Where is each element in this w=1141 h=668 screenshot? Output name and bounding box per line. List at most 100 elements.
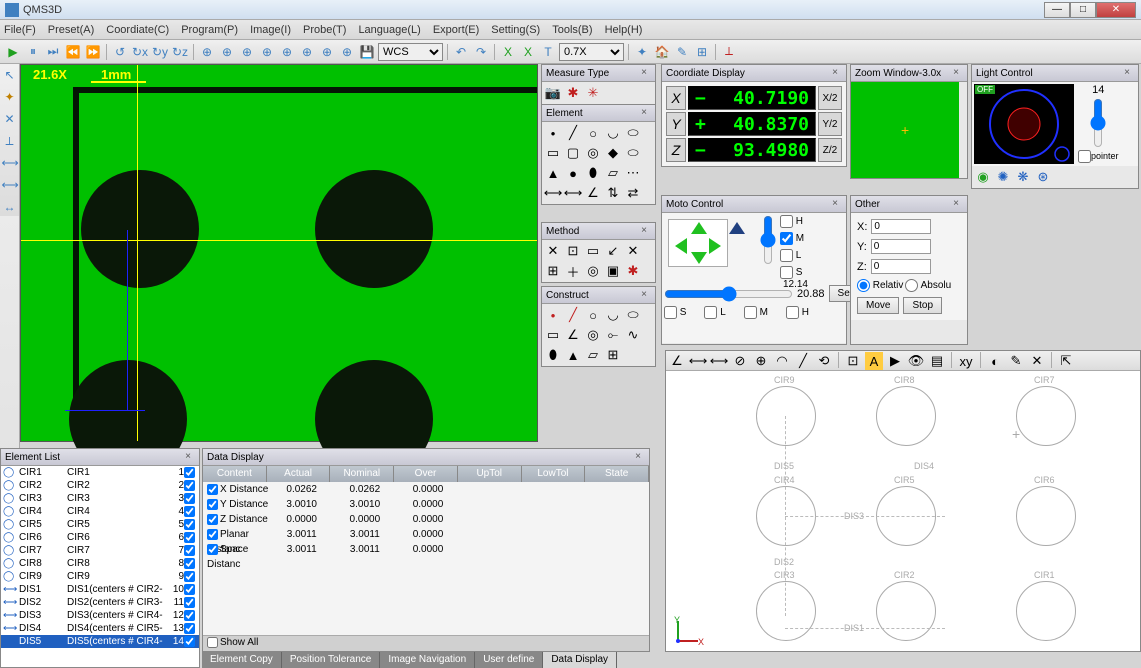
- circle-icon[interactable]: ○: [584, 124, 602, 142]
- menu-setting[interactable]: Setting(S): [491, 24, 540, 36]
- coord-x-icon[interactable]: ↻x: [131, 43, 149, 61]
- list-item[interactable]: ◯CIR8CIR88: [1, 557, 199, 570]
- tab-position-tolerance[interactable]: Position Tolerance: [282, 652, 381, 668]
- light-mode2-icon[interactable]: ✺: [994, 168, 1012, 186]
- undo-icon[interactable]: ↶: [452, 43, 470, 61]
- home-icon[interactable]: 🏠: [653, 43, 671, 61]
- x-half-button[interactable]: X/2: [818, 86, 842, 110]
- list-item[interactable]: ⟷DIS4DIS4(centers # CIR5-13: [1, 622, 199, 635]
- point-icon[interactable]: •: [544, 124, 562, 142]
- redo-icon[interactable]: ↷: [472, 43, 490, 61]
- menu-file[interactable]: File(F): [4, 24, 36, 36]
- mv-xy-icon[interactable]: xy: [957, 352, 975, 370]
- axis-c-icon[interactable]: ⊕: [238, 43, 256, 61]
- probe-icon[interactable]: ✱: [564, 84, 582, 102]
- cross-tool-icon[interactable]: ✕: [2, 112, 18, 128]
- element-list-body[interactable]: ◯CIR1CIR11◯CIR2CIR22◯CIR3CIR33◯CIR4CIR44…: [1, 466, 199, 667]
- zoom-select[interactable]: 0.7X: [559, 43, 624, 61]
- list-item[interactable]: ◯CIR1CIR11: [1, 466, 199, 479]
- calculator-icon[interactable]: ⊞: [604, 346, 622, 364]
- mv-del-icon[interactable]: ✕: [1028, 352, 1046, 370]
- menu-help[interactable]: Help(H): [605, 24, 643, 36]
- con-arc-icon[interactable]: ◡: [604, 306, 622, 324]
- move-button[interactable]: Move: [857, 297, 899, 314]
- stop-button[interactable]: Stop: [903, 297, 942, 314]
- method2-icon[interactable]: ⊡: [564, 242, 582, 260]
- arrow-left-button[interactable]: [675, 238, 687, 254]
- cloud-icon[interactable]: ⋯: [624, 164, 642, 182]
- mv-arc-icon[interactable]: ◠: [773, 352, 791, 370]
- relative-radio[interactable]: [857, 279, 870, 292]
- cone-icon[interactable]: ▲: [544, 164, 562, 182]
- z-half-button[interactable]: Z/2: [818, 138, 842, 162]
- method3-icon[interactable]: ▭: [584, 242, 602, 260]
- line-icon[interactable]: ╱: [564, 124, 582, 142]
- dist2-tool-icon[interactable]: ⟷: [2, 178, 18, 194]
- play-icon[interactable]: ▶: [4, 43, 22, 61]
- list-item[interactable]: ◯CIR9CIR99: [1, 570, 199, 583]
- txt-icon[interactable]: T: [539, 43, 557, 61]
- menu-program[interactable]: Program(P): [181, 24, 238, 36]
- arrow-down-button[interactable]: [691, 252, 707, 264]
- maximize-button[interactable]: □: [1070, 2, 1096, 18]
- y-half-button[interactable]: Y/2: [818, 112, 842, 136]
- h-checkbox[interactable]: [780, 215, 793, 228]
- panel-close-icon[interactable]: ×: [637, 107, 651, 119]
- mv-radius-icon[interactable]: ⊘: [731, 352, 749, 370]
- zoom-view[interactable]: +: [851, 82, 959, 178]
- menu-export[interactable]: Export(E): [433, 24, 479, 36]
- con-plane-icon[interactable]: ▱: [584, 346, 602, 364]
- sphere-icon[interactable]: ●: [564, 164, 582, 182]
- calc-icon[interactable]: ⊞: [693, 43, 711, 61]
- plane-icon[interactable]: ▱: [604, 164, 622, 182]
- list-item[interactable]: ⟷DIS5DIS5(centers # CIR4-14: [1, 635, 199, 648]
- tool1-icon[interactable]: ✦: [633, 43, 651, 61]
- height-icon[interactable]: ⇅: [604, 184, 622, 202]
- panel-close-icon[interactable]: ×: [828, 198, 842, 210]
- mv-width-icon[interactable]: ⟷: [710, 352, 728, 370]
- con-line-icon[interactable]: ╱: [564, 306, 582, 324]
- save-icon[interactable]: 💾: [358, 43, 376, 61]
- mv-layer-icon[interactable]: ▤: [928, 352, 946, 370]
- excel-icon[interactable]: X: [499, 43, 517, 61]
- close-button[interactable]: ✕: [1096, 2, 1136, 18]
- light-mode4-icon[interactable]: ⊛: [1034, 168, 1052, 186]
- arrow-up-button[interactable]: [691, 222, 707, 234]
- z-label-button[interactable]: Z: [666, 138, 686, 162]
- next-icon[interactable]: ⏭: [44, 43, 62, 61]
- mv-ref-icon[interactable]: ⟲: [815, 352, 833, 370]
- other-z-input[interactable]: [871, 259, 931, 274]
- light-ring-display[interactable]: OFF: [974, 84, 1074, 164]
- menu-language[interactable]: Language(L): [358, 24, 420, 36]
- minimize-button[interactable]: —: [1044, 2, 1070, 18]
- panel-close-icon[interactable]: ×: [637, 225, 651, 237]
- con-ring-icon[interactable]: ◎: [584, 326, 602, 344]
- rect-icon[interactable]: ▭: [544, 144, 562, 162]
- menu-preset[interactable]: Preset(A): [48, 24, 94, 36]
- dist3-tool-icon[interactable]: ↔: [2, 200, 18, 216]
- x-label-button[interactable]: X: [666, 86, 686, 110]
- method8-icon[interactable]: ◎: [584, 262, 602, 280]
- tab-image-navigation[interactable]: Image Navigation: [380, 652, 475, 668]
- l2-checkbox[interactable]: [704, 306, 717, 319]
- teach-icon[interactable]: ✎: [673, 43, 691, 61]
- panel-close-icon[interactable]: ×: [1120, 67, 1134, 79]
- mv-eye-icon[interactable]: 👁: [907, 352, 925, 370]
- method9-icon[interactable]: ▣: [604, 262, 622, 280]
- method6-icon[interactable]: ⊞: [544, 262, 562, 280]
- table-row[interactable]: Z Distance0.00000.00000.0000: [203, 512, 649, 527]
- width-icon[interactable]: ⇄: [624, 184, 642, 202]
- mv-play-icon[interactable]: ▶: [886, 352, 904, 370]
- method7-icon[interactable]: ＋: [564, 262, 582, 280]
- list-item[interactable]: ◯CIR6CIR66: [1, 531, 199, 544]
- absolute-radio[interactable]: [905, 279, 918, 292]
- axis-display-icon[interactable]: ⟂: [720, 43, 738, 61]
- axis-b-icon[interactable]: ⊕: [218, 43, 236, 61]
- tab-user-define[interactable]: User define: [475, 652, 543, 668]
- axis-a-icon[interactable]: ⊕: [198, 43, 216, 61]
- axis-h-icon[interactable]: ⊕: [338, 43, 356, 61]
- axis-f-icon[interactable]: ⊕: [298, 43, 316, 61]
- method1-icon[interactable]: ✕: [544, 242, 562, 260]
- m-checkbox[interactable]: [780, 232, 793, 245]
- tab-element-copy[interactable]: Element Copy: [202, 652, 282, 668]
